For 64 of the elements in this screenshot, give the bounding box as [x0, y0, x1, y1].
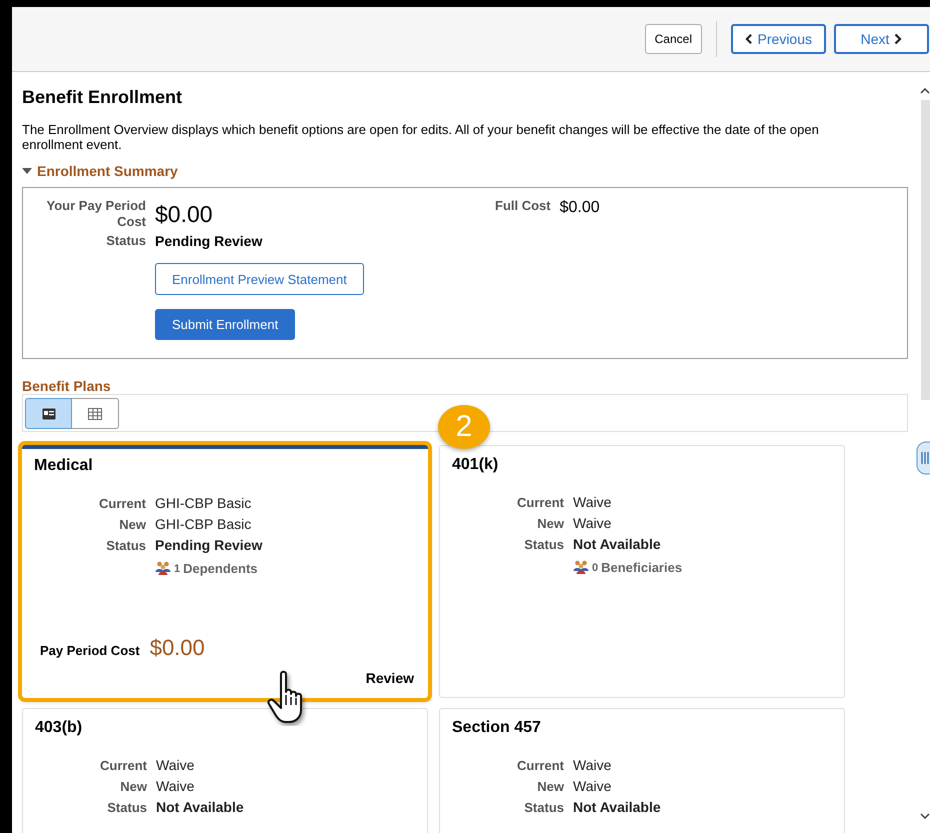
- field-value: Waive: [156, 757, 196, 774]
- plan-title: Medical: [34, 457, 94, 475]
- field-label: Status: [105, 537, 146, 554]
- scroll-up-icon[interactable]: [920, 88, 930, 94]
- plan-title: 403(b): [35, 719, 84, 737]
- people-link[interactable]: 1 Dependents: [155, 558, 416, 578]
- field-value: Waive: [573, 757, 612, 774]
- plan-title: 401(k): [452, 456, 500, 474]
- field-value: Not Available: [573, 799, 662, 816]
- field-label: Status: [105, 233, 146, 249]
- pay-period-cost: $0.00: [150, 635, 205, 661]
- chevron-right-icon: [894, 33, 902, 45]
- field-value: Waive: [156, 778, 196, 795]
- panel-handle-icon[interactable]: [916, 441, 930, 475]
- field-label: Pay Period Cost: [40, 643, 140, 658]
- people-icon: [573, 560, 589, 574]
- people-icon: [155, 561, 171, 575]
- scroll-down-icon[interactable]: [920, 813, 930, 819]
- page-description: The Enrollment Overview displays which benefit options are open for edits. All of your benefit changes will be effective the date of the open enrollment event.: [22, 122, 820, 152]
- field-value: Pending Review: [155, 537, 264, 554]
- view-toggle-button[interactable]: [72, 398, 119, 429]
- chevron-left-icon: [745, 33, 753, 45]
- field-label: Current: [99, 757, 147, 774]
- field-label: Full Cost: [495, 198, 551, 214]
- field-label: Status: [523, 536, 564, 553]
- full-cost: $0.00: [560, 199, 600, 217]
- field-label: Your Pay Period Cost: [46, 198, 146, 230]
- field-label: New: [536, 778, 564, 795]
- field-value: Waive: [573, 778, 612, 795]
- field-label: Status: [523, 799, 564, 816]
- field-value: GHI-CBP Basic: [155, 516, 252, 533]
- submit-button[interactable]: Submit Enrollment: [155, 309, 296, 340]
- pay-period-cost: $0.00: [155, 201, 214, 228]
- plan-card[interactable]: Section 457 Current Waive New Waive Status Not Available: [439, 708, 845, 833]
- field-label: Current: [98, 495, 146, 512]
- field-value: Not Available: [573, 536, 662, 553]
- field-value: Waive: [573, 494, 612, 511]
- plan-card[interactable]: 401(k) Current Waive New Waive Status Not Available 0 Beneficiaries: [439, 445, 845, 698]
- status-value: Pending Review: [155, 233, 262, 249]
- nav-button[interactable]: Next: [834, 24, 929, 54]
- field-value: Not Available: [156, 799, 245, 816]
- section-heading: Benefit Plans: [22, 378, 112, 394]
- people-link[interactable]: 0 Beneficiaries: [573, 557, 832, 577]
- page-title: Benefit Enrollment: [22, 87, 184, 108]
- field-label: New: [536, 515, 564, 532]
- field-value: GHI-CBP Basic: [155, 495, 252, 512]
- plan-card[interactable]: Medical Current GHI-CBP Basic New GHI-CBP Basic Status Pending Review 1 Dependents Pay Period Cost $0.00 Review: [22, 445, 428, 698]
- field-label: New: [118, 516, 146, 533]
- field-label: Current: [516, 494, 564, 511]
- nav-button[interactable]: Previous: [731, 24, 826, 54]
- field-label: Status: [106, 799, 147, 816]
- grid-view-icon: [88, 408, 102, 420]
- view-toggle-button[interactable]: [25, 398, 72, 429]
- field-label: New: [119, 778, 147, 795]
- collapse-triangle-icon[interactable]: [22, 168, 32, 174]
- field-label: Current: [516, 757, 564, 774]
- field-value: Waive: [573, 515, 612, 532]
- nav-button[interactable]: Cancel: [644, 24, 702, 54]
- section-heading[interactable]: Enrollment Summary: [37, 163, 178, 179]
- review-link[interactable]: Review: [366, 670, 414, 686]
- card-view-icon: [42, 408, 56, 420]
- preview-statement-button[interactable]: Enrollment Preview Statement: [155, 263, 364, 295]
- step-badge: 2: [438, 405, 490, 449]
- plan-title: Section 457: [452, 719, 542, 737]
